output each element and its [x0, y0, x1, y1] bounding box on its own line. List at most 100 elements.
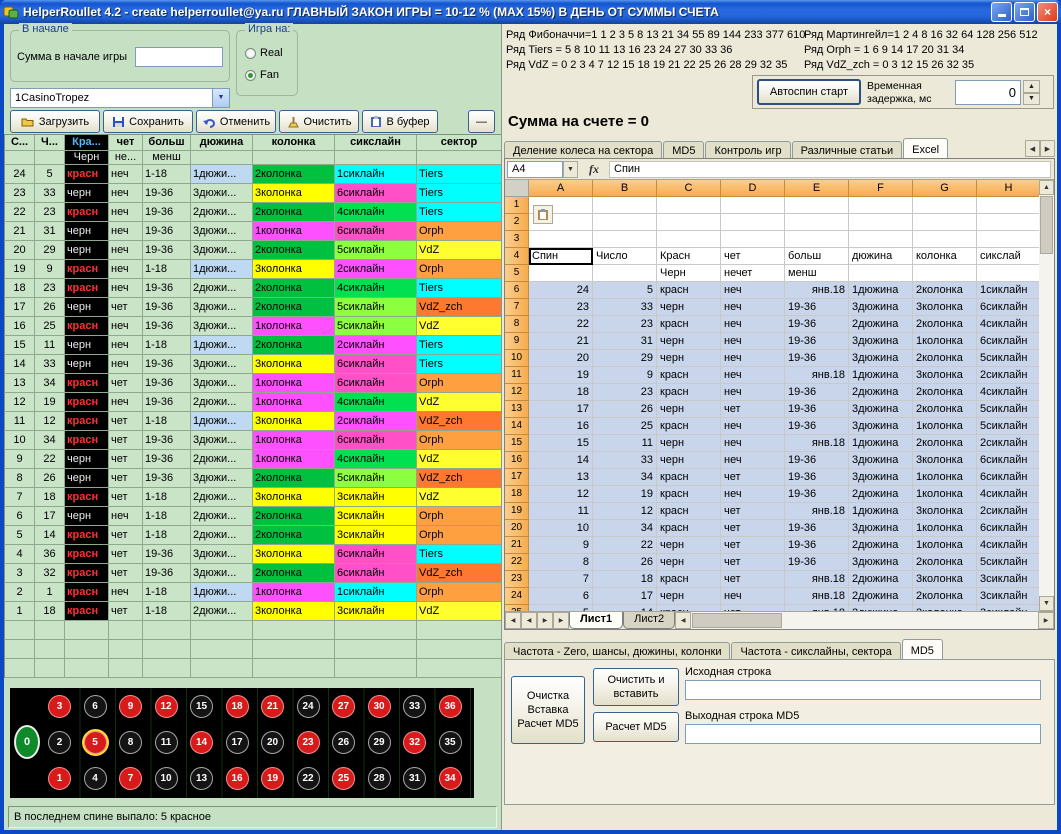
cell-h4[interactable]: сикслай — [977, 248, 1039, 265]
row-header-7[interactable]: 7 — [505, 299, 529, 316]
board-number-19[interactable]: 19 — [261, 767, 284, 790]
cell-e23[interactable]: янв.18 — [785, 571, 849, 588]
cell-f16[interactable]: 3дюжина — [849, 452, 913, 469]
row-header-15[interactable]: 15 — [505, 435, 529, 452]
cell-d19[interactable]: чет — [721, 503, 785, 520]
cell-d1[interactable] — [721, 197, 785, 214]
cell-a19[interactable]: 11 — [529, 503, 593, 520]
row-header-23[interactable]: 23 — [505, 571, 529, 588]
board-number-9[interactable]: 9 — [119, 695, 142, 718]
cell-b19[interactable]: 12 — [593, 503, 657, 520]
board-number-16[interactable]: 16 — [226, 767, 249, 790]
cell-c21[interactable]: черн — [657, 537, 721, 554]
maximize-button[interactable] — [1014, 2, 1035, 22]
cell-f10[interactable]: 3дюжина — [849, 350, 913, 367]
table-row[interactable]: 436краснчет19-363дюжи...3колонка6сиклайн… — [5, 545, 501, 564]
vertical-scroll-thumb[interactable] — [1040, 196, 1053, 254]
cell-h19[interactable]: 2сиклайн — [977, 503, 1039, 520]
cell-a11[interactable]: 19 — [529, 367, 593, 384]
cell-b20[interactable]: 34 — [593, 520, 657, 537]
casino-select[interactable]: 1CasinoTropez ▼ — [10, 88, 230, 108]
row-header-13[interactable]: 13 — [505, 401, 529, 418]
scroll-right-button[interactable]: ▶ — [1038, 612, 1054, 629]
cell-a17[interactable]: 13 — [529, 469, 593, 486]
tab-md5[interactable]: MD5 — [663, 141, 704, 159]
tab-md5[interactable]: MD5 — [902, 639, 943, 660]
board-number-26[interactable]: 26 — [332, 731, 355, 754]
cell-h1[interactable] — [977, 197, 1039, 214]
table-row[interactable]: 826чернчет19-363дюжи...2колонка5сиклайнV… — [5, 469, 501, 488]
cell-g7[interactable]: 3колонка — [913, 299, 977, 316]
cell-f6[interactable]: 1дюжина — [849, 282, 913, 299]
cell-b3[interactable] — [593, 231, 657, 248]
cell-e5[interactable]: менш — [785, 265, 849, 282]
cell-e6[interactable]: янв.18 — [785, 282, 849, 299]
cell-b10[interactable]: 29 — [593, 350, 657, 367]
cell-g14[interactable]: 1колонка — [913, 418, 977, 435]
table-row[interactable]: 514краснчет1-182дюжи...2колонка3сиклайнO… — [5, 526, 501, 545]
cell-g8[interactable]: 2колонка — [913, 316, 977, 333]
row-header-18[interactable]: 18 — [505, 486, 529, 503]
tab-частота-zero-шансы-дюжины-колонки[interactable]: Частота - Zero, шансы, дюжины, колонки — [504, 642, 730, 660]
scroll-left-button[interactable]: ◀ — [675, 612, 691, 629]
cell-d17[interactable]: чет — [721, 469, 785, 486]
cell-h10[interactable]: 5сиклайн — [977, 350, 1039, 367]
board-number-24[interactable]: 24 — [297, 695, 320, 718]
tab-деление-колеса-на-сектора[interactable]: Деление колеса на сектора — [504, 141, 662, 159]
table-row[interactable]: 332краснчет19-363дюжи...2колонка6сиклайн… — [5, 564, 501, 583]
cell-h24[interactable]: 3сиклайн — [977, 588, 1039, 605]
cell-b9[interactable]: 31 — [593, 333, 657, 350]
casino-select-dropdown[interactable]: ▼ — [212, 89, 229, 107]
cell-h20[interactable]: 6сиклайн — [977, 520, 1039, 537]
table-row[interactable]: 2223красннеч19-362дюжи...2колонка4сиклай… — [5, 203, 501, 222]
tab-частота-сикслайны-сектора[interactable]: Частота - сикслайны, сектора — [731, 642, 900, 660]
cell-a8[interactable]: 22 — [529, 316, 593, 333]
scroll-up-button[interactable]: ▲ — [1039, 180, 1054, 195]
radio-fan[interactable]: Fan — [245, 69, 279, 81]
column-header-g[interactable]: G — [913, 180, 977, 197]
column-header-b[interactable]: B — [593, 180, 657, 197]
cell-e24[interactable]: янв.18 — [785, 588, 849, 605]
tab-различные-статьи[interactable]: Различные статьи — [792, 141, 903, 159]
cell-h23[interactable]: 3сиклайн — [977, 571, 1039, 588]
table-row[interactable]: 1726чернчет19-363дюжи...2колонка5сиклайн… — [5, 298, 501, 317]
cell-d16[interactable]: неч — [721, 452, 785, 469]
cell-b21[interactable]: 22 — [593, 537, 657, 554]
cell-e2[interactable] — [785, 214, 849, 231]
cell-g15[interactable]: 2колонка — [913, 435, 977, 452]
cell-b12[interactable]: 23 — [593, 384, 657, 401]
cell-a15[interactable]: 15 — [529, 435, 593, 452]
cell-g21[interactable]: 1колонка — [913, 537, 977, 554]
horizontal-scrollbar[interactable]: ◀ ▶ — [675, 612, 1054, 629]
board-number-31[interactable]: 31 — [403, 767, 426, 790]
cell-g5[interactable] — [913, 265, 977, 282]
cell-d9[interactable]: неч — [721, 333, 785, 350]
cell-e19[interactable]: янв.18 — [785, 503, 849, 520]
cell-b4[interactable]: Число — [593, 248, 657, 265]
cell-g6[interactable]: 2колонка — [913, 282, 977, 299]
radio-real[interactable]: Real — [245, 47, 283, 59]
board-number-30[interactable]: 30 — [368, 695, 391, 718]
cell-d4[interactable]: чет — [721, 248, 785, 265]
cell-b18[interactable]: 19 — [593, 486, 657, 503]
cell-d23[interactable]: чет — [721, 571, 785, 588]
cell-f2[interactable] — [849, 214, 913, 231]
tab-excel[interactable]: Excel — [903, 138, 948, 159]
cell-c14[interactable]: красн — [657, 418, 721, 435]
board-number-3[interactable]: 3 — [48, 695, 71, 718]
cell-f12[interactable]: 2дюжина — [849, 384, 913, 401]
board-number-21[interactable]: 21 — [261, 695, 284, 718]
cell-b8[interactable]: 23 — [593, 316, 657, 333]
table-row[interactable]: 1334краснчет19-363дюжи...1колонка6сиклай… — [5, 374, 501, 393]
cell-g20[interactable]: 1колонка — [913, 520, 977, 537]
cell-h15[interactable]: 2сиклайн — [977, 435, 1039, 452]
cell-f4[interactable]: дюжина — [849, 248, 913, 265]
cell-e20[interactable]: 19-36 — [785, 520, 849, 537]
cell-h16[interactable]: 6сиклайн — [977, 452, 1039, 469]
cell-c10[interactable]: черн — [657, 350, 721, 367]
row-header-9[interactable]: 9 — [505, 333, 529, 350]
cell-f8[interactable]: 2дюжина — [849, 316, 913, 333]
board-number-5[interactable]: 5 — [84, 731, 107, 754]
row-header-3[interactable]: 3 — [505, 231, 529, 248]
board-number-1[interactable]: 1 — [48, 767, 71, 790]
